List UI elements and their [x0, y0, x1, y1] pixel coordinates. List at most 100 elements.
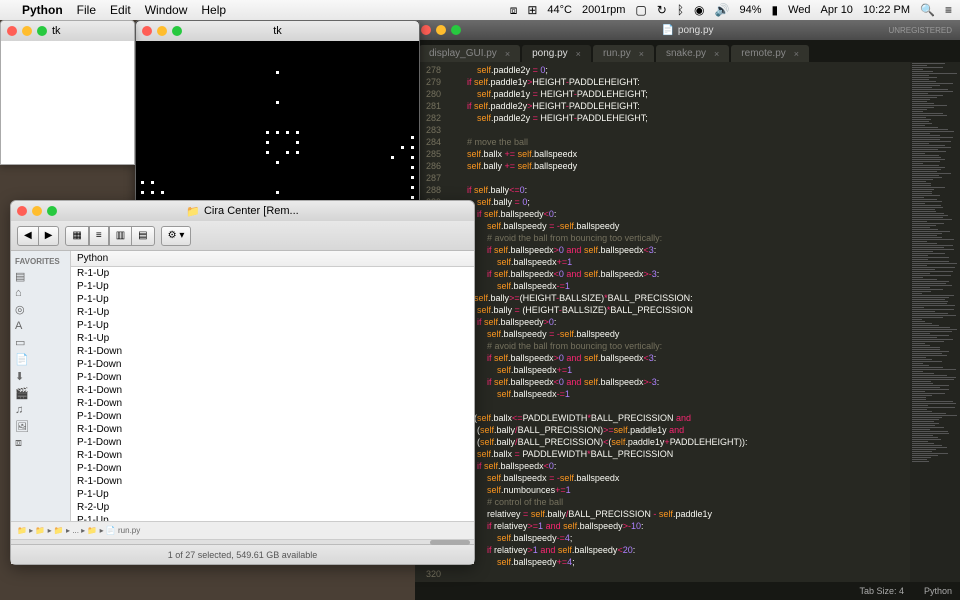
tab-close-icon[interactable]: ×: [714, 49, 719, 59]
list-item[interactable]: R-1-Down: [71, 345, 474, 358]
view-cover-button[interactable]: ▤: [132, 226, 154, 246]
list-item[interactable]: R-1-Down: [71, 397, 474, 410]
tab-bar[interactable]: display_GUI.py×pong.py×run.py×snake.py×r…: [415, 40, 960, 62]
list-item[interactable]: R-1-Up: [71, 267, 474, 280]
zoom-button[interactable]: [37, 26, 47, 36]
traffic-lights: [142, 26, 182, 36]
display-icon[interactable]: ▢: [635, 3, 646, 17]
forward-button[interactable]: ▶: [39, 226, 60, 246]
zoom-button[interactable]: [451, 25, 461, 35]
file-list[interactable]: R-1-UpP-1-UpP-1-UpR-1-UpP-1-UpR-1-UpR-1-…: [71, 267, 474, 521]
menu-file[interactable]: File: [77, 3, 96, 17]
sidebar-all-files-icon[interactable]: ▤: [11, 268, 70, 285]
list-item[interactable]: R-1-Down: [71, 384, 474, 397]
tab[interactable]: display_GUI.py×: [419, 45, 520, 62]
list-item[interactable]: R-1-Down: [71, 423, 474, 436]
bluetooth-icon[interactable]: ᛒ: [677, 3, 684, 17]
timemachine-icon[interactable]: ↻: [657, 3, 667, 17]
sublime-window[interactable]: 📄 pong.py UNREGISTERED display_GUI.py×po…: [415, 20, 960, 600]
clock-day[interactable]: Wed: [788, 4, 810, 16]
dropbox-icon[interactable]: ⧈: [510, 3, 518, 18]
battery-indicator[interactable]: 94%: [739, 4, 761, 16]
sidebar-movies-icon[interactable]: 🎬: [11, 385, 70, 402]
minimize-button[interactable]: [436, 25, 446, 35]
tab-close-icon[interactable]: ×: [794, 49, 799, 59]
back-button[interactable]: ◀: [17, 226, 39, 246]
close-button[interactable]: [7, 26, 17, 36]
menu-edit[interactable]: Edit: [110, 3, 131, 17]
zoom-button[interactable]: [47, 206, 57, 216]
column-header[interactable]: Python: [71, 251, 474, 267]
volume-icon[interactable]: 🔊: [715, 3, 730, 17]
list-item[interactable]: P-1-Up: [71, 488, 474, 501]
sublime-titlebar[interactable]: 📄 pong.py UNREGISTERED: [415, 20, 960, 40]
finder-content: Python R-1-UpP-1-UpP-1-UpR-1-UpP-1-UpR-1…: [71, 251, 474, 521]
sidebar-home-icon[interactable]: ⌂: [11, 285, 70, 301]
tk-window-small[interactable]: tk: [0, 20, 135, 165]
tab[interactable]: run.py×: [593, 45, 654, 62]
sidebar-downloads-icon[interactable]: ⬇: [11, 368, 70, 385]
tab-close-icon[interactable]: ×: [505, 49, 510, 59]
macos-menubar: Python File Edit Window Help ⧈ ⊞ 44°C 20…: [0, 0, 960, 20]
document-icon: 📄: [661, 25, 673, 36]
app-menu[interactable]: Python: [22, 3, 63, 17]
tk-game-titlebar[interactable]: tk: [136, 21, 419, 41]
minimize-button[interactable]: [32, 206, 42, 216]
sidebar-dropbox-icon[interactable]: ⧈: [11, 435, 70, 452]
action-button[interactable]: ⚙ ▾: [161, 226, 192, 246]
tab[interactable]: snake.py×: [656, 45, 729, 62]
close-button[interactable]: [421, 25, 431, 35]
tab-close-icon[interactable]: ×: [639, 49, 644, 59]
temp-indicator: 44°C: [547, 4, 572, 16]
notifications-icon[interactable]: ≡: [945, 3, 952, 17]
spotlight-icon[interactable]: 🔍: [920, 3, 935, 17]
view-column-button[interactable]: ▥: [109, 226, 132, 246]
menu-help[interactable]: Help: [201, 3, 226, 17]
minimap[interactable]: [910, 62, 960, 582]
sidebar-airdrop-icon[interactable]: ◎: [11, 301, 70, 318]
close-button[interactable]: [142, 26, 152, 36]
menu-window[interactable]: Window: [145, 3, 188, 17]
nav-buttons: ◀ ▶: [17, 226, 59, 246]
list-item[interactable]: P-1-Up: [71, 319, 474, 332]
finder-titlebar[interactable]: 📁 Cira Center [Rem...: [11, 201, 474, 221]
minimize-button[interactable]: [22, 26, 32, 36]
list-item[interactable]: R-1-Down: [71, 475, 474, 488]
list-item[interactable]: P-1-Up: [71, 293, 474, 306]
tk-small-titlebar[interactable]: tk: [1, 21, 134, 41]
notification-icon[interactable]: ⊞: [527, 3, 537, 17]
list-item[interactable]: R-1-Up: [71, 306, 474, 319]
tab-close-icon[interactable]: ×: [576, 49, 581, 59]
tab[interactable]: pong.py×: [522, 45, 591, 62]
horizontal-scrollbar[interactable]: [11, 539, 474, 544]
sidebar-documents-icon[interactable]: 📄: [11, 351, 70, 368]
close-button[interactable]: [17, 206, 27, 216]
finder-window[interactable]: 📁 Cira Center [Rem... ◀ ▶ ▦ ≡ ▥ ▤ ⚙ ▾ FA…: [10, 200, 475, 565]
sidebar-applications-icon[interactable]: A: [11, 318, 70, 334]
tab[interactable]: remote.py×: [731, 45, 809, 62]
code-area[interactable]: self.paddle2y = 0; if self.paddle1y>HEIG…: [447, 62, 910, 582]
language-label[interactable]: Python: [924, 586, 952, 596]
finder-toolbar: ◀ ▶ ▦ ≡ ▥ ▤ ⚙ ▾: [11, 221, 474, 251]
list-item[interactable]: P-1-Down: [71, 358, 474, 371]
sidebar-desktop-icon[interactable]: ▭: [11, 334, 70, 351]
path-bar[interactable]: 📁 ▸ 📁 ▸ 📁 ▸ ... ▸ 📁 ▸ 📄 run.py: [11, 521, 474, 539]
list-item[interactable]: P-1-Up: [71, 280, 474, 293]
list-item[interactable]: P-1-Up: [71, 514, 474, 521]
list-item[interactable]: P-1-Down: [71, 436, 474, 449]
tab-size-label[interactable]: Tab Size: 4: [859, 586, 904, 596]
zoom-button[interactable]: [172, 26, 182, 36]
wifi-icon[interactable]: ◉: [694, 3, 704, 17]
minimize-button[interactable]: [157, 26, 167, 36]
sidebar-music-icon[interactable]: ♫: [11, 402, 70, 418]
sidebar-pictures-icon[interactable]: 🖼: [11, 418, 70, 435]
list-item[interactable]: P-1-Down: [71, 462, 474, 475]
list-item[interactable]: P-1-Down: [71, 410, 474, 423]
finder-sidebar[interactable]: FAVORITES ▤ ⌂ ◎ A ▭ 📄 ⬇ 🎬 ♫ 🖼 ⧈: [11, 251, 71, 521]
view-icon-button[interactable]: ▦: [65, 226, 88, 246]
view-list-button[interactable]: ≡: [89, 226, 109, 246]
list-item[interactable]: P-1-Down: [71, 371, 474, 384]
list-item[interactable]: R-1-Down: [71, 449, 474, 462]
list-item[interactable]: R-2-Up: [71, 501, 474, 514]
list-item[interactable]: R-1-Up: [71, 332, 474, 345]
